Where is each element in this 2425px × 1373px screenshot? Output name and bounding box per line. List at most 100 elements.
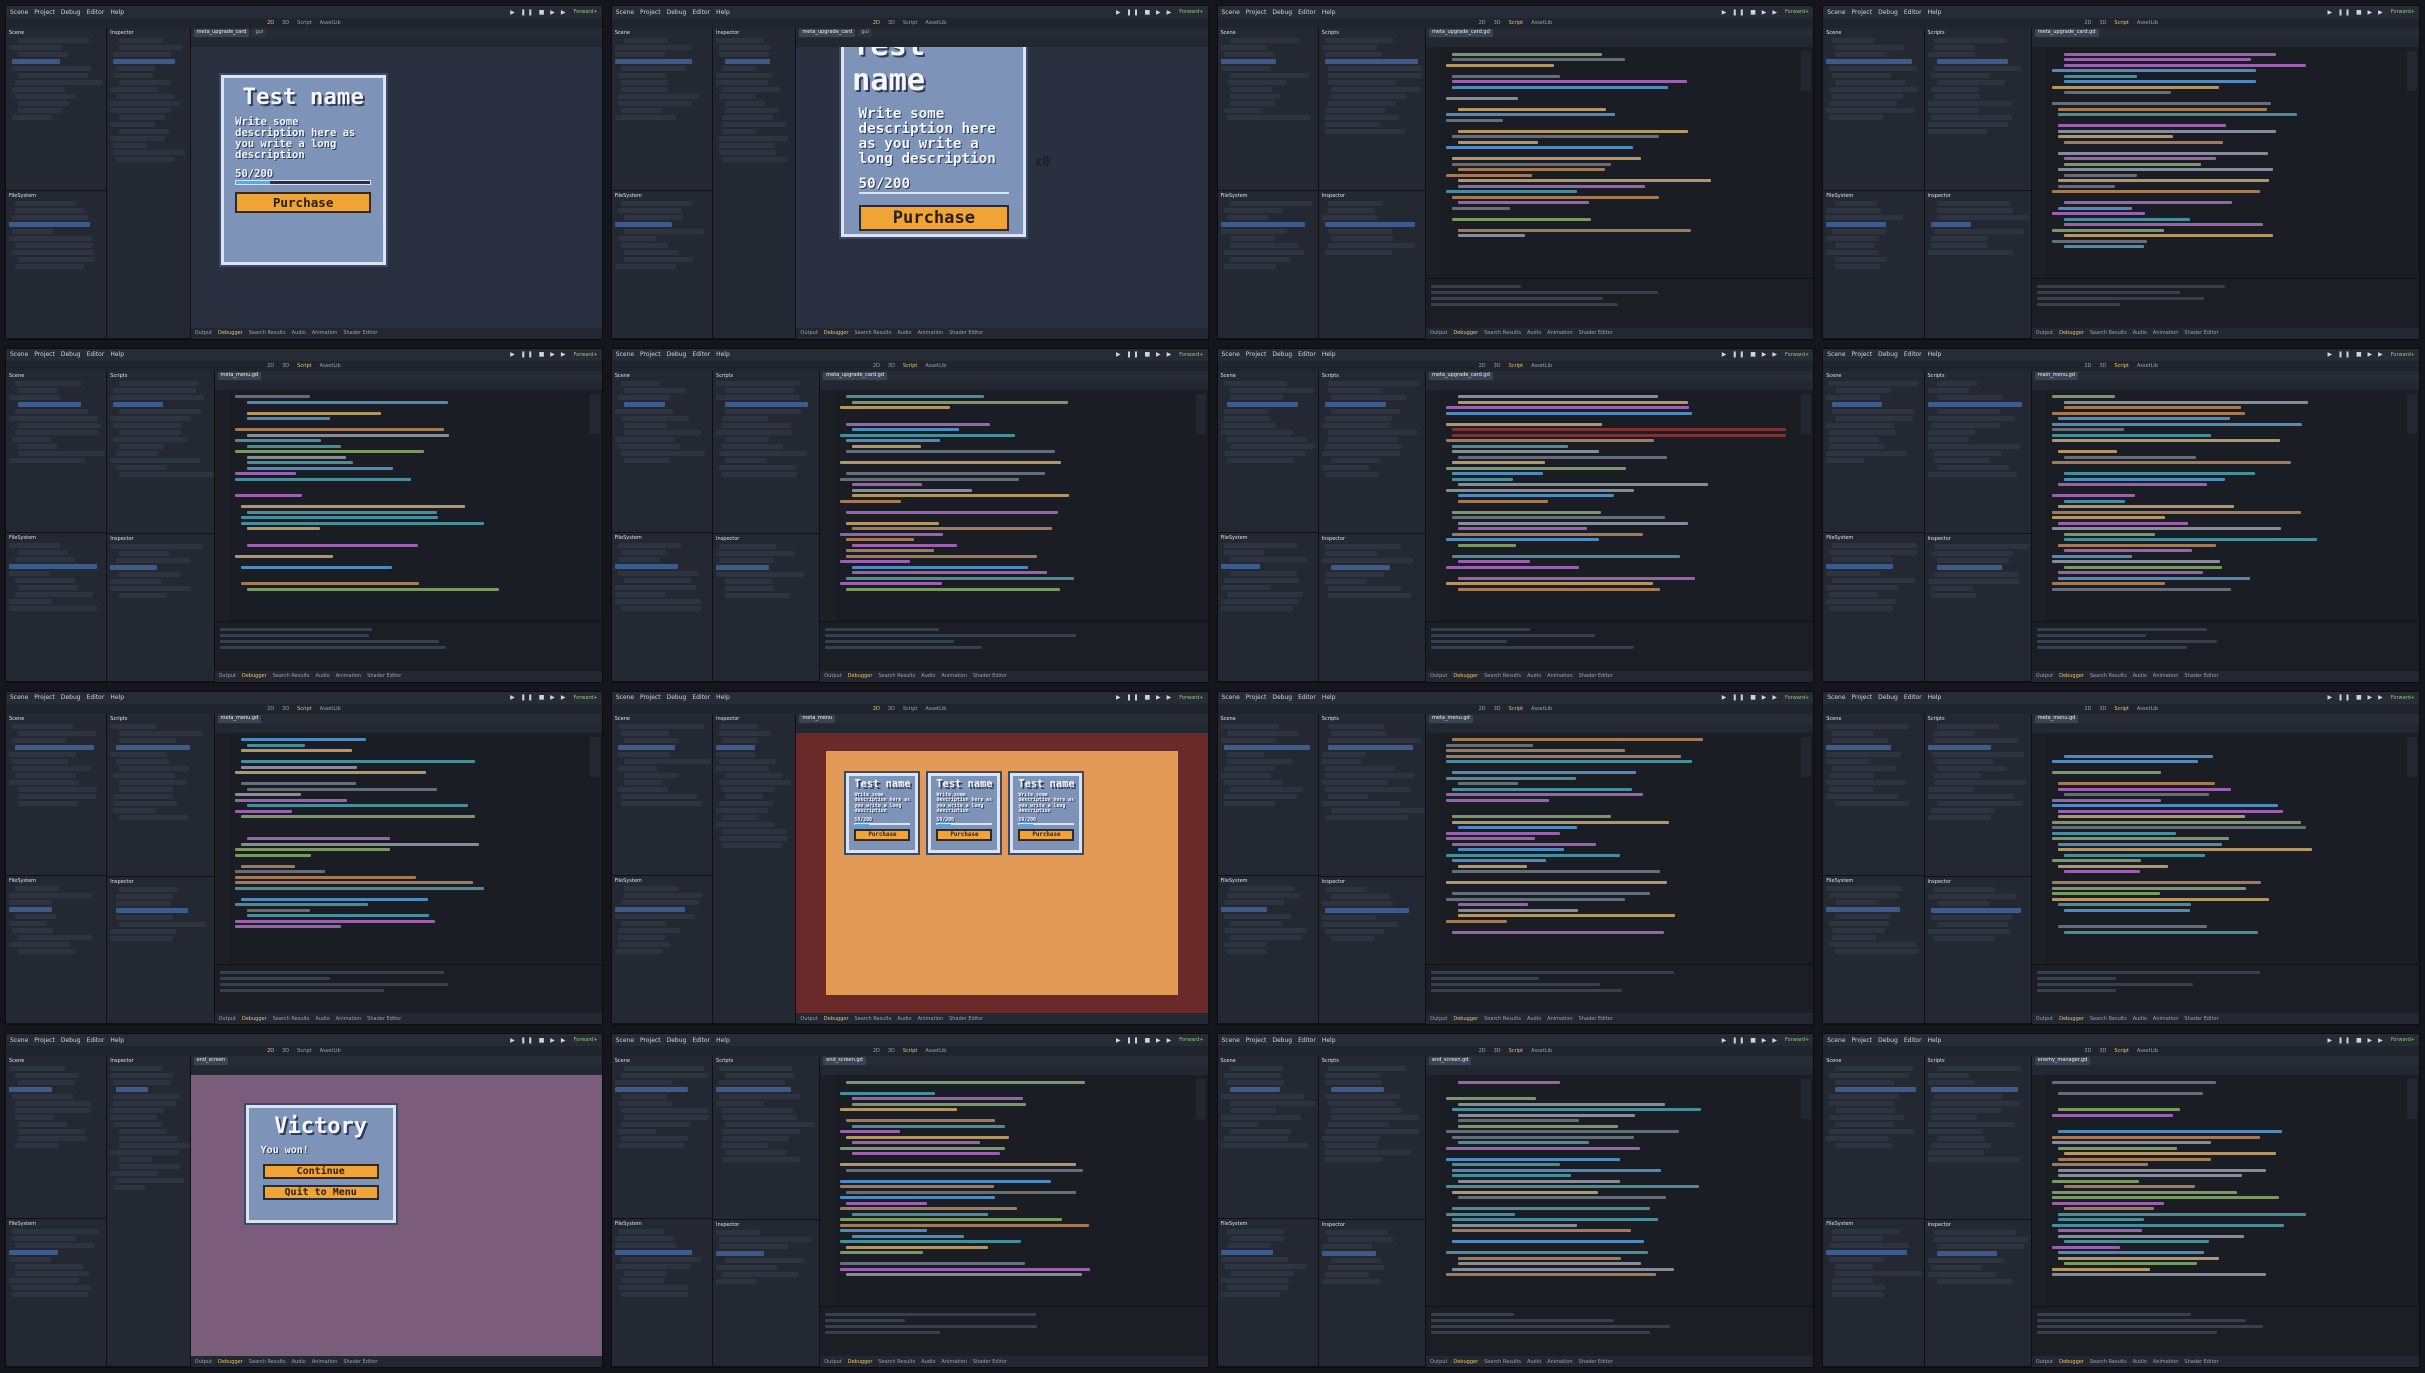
tree-item[interactable] [15, 94, 76, 99]
bottom-tab[interactable]: Shader Editor [1579, 1359, 1613, 1365]
tree-item[interactable] [1826, 249, 1880, 255]
renderer-select[interactable]: Forward+ [1179, 9, 1203, 15]
workspace-2d[interactable]: 2D [2084, 363, 2091, 369]
viewport-2d[interactable]: Test nameWrite some description here as … [796, 732, 1208, 1014]
tree-item[interactable] [1321, 1278, 1381, 1284]
tree-item[interactable] [623, 1066, 705, 1072]
menu-debug[interactable]: Debug [1878, 351, 1898, 358]
workspace-script[interactable]: Script [297, 20, 312, 26]
tree-item[interactable] [719, 730, 772, 736]
dock-title[interactable]: Inspector [1928, 193, 1951, 199]
play-controls[interactable]: ▶ ❚❚ ■ ▶ ▶ [510, 694, 567, 701]
tree-item[interactable] [9, 1087, 52, 1093]
tree-item[interactable] [18, 1080, 75, 1086]
tree-item[interactable] [18, 1129, 86, 1135]
tree-item[interactable] [1835, 415, 1913, 421]
quit-to-menu-button[interactable]: Quit to Menu [262, 1185, 379, 1201]
bottom-tab[interactable]: Debugger [2059, 673, 2084, 679]
tree-item[interactable] [623, 893, 703, 899]
workspace-3d[interactable]: 3D [2099, 1048, 2106, 1054]
code-editor[interactable] [2031, 1075, 2419, 1307]
tree-item[interactable] [1835, 1080, 1894, 1086]
tree-item[interactable] [110, 935, 174, 941]
editor-toolbar[interactable] [2031, 1066, 2419, 1076]
tree-item[interactable] [1927, 101, 2012, 106]
renderer-select[interactable]: Forward+ [573, 9, 597, 15]
menu-debug[interactable]: Debug [667, 694, 687, 701]
tree-item[interactable] [725, 586, 775, 592]
dock-title[interactable]: Scene [615, 716, 630, 722]
dock-title[interactable]: Scene [9, 373, 24, 379]
menu-scene[interactable]: Scene [10, 694, 28, 701]
tree-item[interactable] [623, 387, 686, 393]
tree-item[interactable] [1223, 793, 1298, 799]
bottom-tab[interactable]: Shader Editor [367, 673, 401, 679]
tree-item[interactable] [1321, 450, 1401, 456]
dock-panel[interactable]: FileSystem [611, 876, 713, 1025]
tree-item[interactable] [1223, 765, 1276, 771]
tree-item[interactable] [119, 115, 165, 120]
tree-item[interactable] [722, 66, 757, 71]
menu-editor[interactable]: Editor [692, 9, 710, 16]
dock-panel[interactable]: FileSystem [6, 876, 107, 1025]
bottom-tab[interactable]: Animation [918, 1016, 944, 1022]
tree-item[interactable] [1927, 250, 2013, 256]
tree-item[interactable] [617, 543, 681, 549]
tree-item[interactable] [1220, 1277, 1289, 1283]
tree-item[interactable] [719, 800, 774, 806]
code-minimap[interactable] [589, 393, 600, 434]
tree-item[interactable] [719, 1080, 786, 1086]
tree-item[interactable] [1927, 52, 1976, 57]
bottom-tab[interactable]: Shader Editor [1579, 673, 1613, 679]
tree-item[interactable] [1324, 222, 1415, 228]
tree-item[interactable] [1927, 415, 2016, 421]
tree-item[interactable] [1826, 564, 1894, 570]
tree-item[interactable] [15, 429, 99, 435]
tree-item[interactable] [1832, 94, 1903, 99]
tree-item[interactable] [1826, 450, 1907, 456]
play-controls[interactable]: ▶ ❚❚ ■ ▶ ▶ [2328, 351, 2385, 358]
tree-item[interactable] [620, 1136, 688, 1142]
tree-item[interactable] [623, 214, 683, 220]
tree-item[interactable] [725, 793, 764, 799]
bottom-tab[interactable]: Debugger [824, 330, 849, 336]
workspace-2d[interactable]: 2D [873, 20, 880, 26]
purchase-button[interactable]: Purchase [1018, 828, 1075, 841]
dock-panel[interactable]: Inspector [107, 534, 214, 682]
tree-item[interactable] [1226, 1242, 1272, 1248]
tree-item[interactable] [110, 394, 204, 400]
tree-item[interactable] [1835, 52, 1887, 57]
tree-item[interactable] [614, 599, 702, 605]
tree-item[interactable] [113, 73, 154, 78]
tree-item[interactable] [18, 101, 70, 106]
tree-item[interactable] [1832, 228, 1887, 234]
workspace-script[interactable]: Script [1509, 1048, 1524, 1054]
workspace-script[interactable]: Script [2114, 706, 2129, 712]
tree-item[interactable] [1936, 723, 1999, 729]
tree-item[interactable] [9, 751, 76, 757]
tree-item[interactable] [12, 59, 60, 64]
tree-item[interactable] [725, 1122, 815, 1128]
tree-item[interactable] [1327, 1101, 1397, 1107]
tree-item[interactable] [1829, 921, 1890, 927]
bottom-tab[interactable]: Debugger [1453, 1016, 1478, 1022]
tree-item[interactable] [614, 949, 663, 955]
dock-panel[interactable]: Scripts [107, 370, 214, 535]
workspace-3d[interactable]: 3D [282, 363, 289, 369]
tree-item[interactable] [9, 942, 70, 948]
tree-item[interactable] [1933, 94, 1981, 99]
dock-title[interactable]: Scripts [716, 1058, 733, 1064]
tree-item[interactable] [15, 744, 95, 750]
tree-item[interactable] [617, 942, 671, 948]
tree-item[interactable] [15, 80, 103, 85]
dock-panel[interactable]: Inspector [713, 1219, 820, 1367]
workspace-assetlib[interactable]: AssetLib [2137, 706, 2158, 712]
workspace-script[interactable]: Script [297, 706, 312, 712]
dock-title[interactable]: FileSystem [1826, 878, 1853, 884]
tree-item[interactable] [1223, 249, 1304, 255]
tree-item[interactable] [1220, 1291, 1280, 1297]
editor-toolbar[interactable] [214, 723, 602, 733]
workspace-script[interactable]: Script [903, 20, 918, 26]
dock-title[interactable]: Inspector [1322, 879, 1345, 885]
bottom-tab[interactable]: Output [800, 330, 817, 336]
